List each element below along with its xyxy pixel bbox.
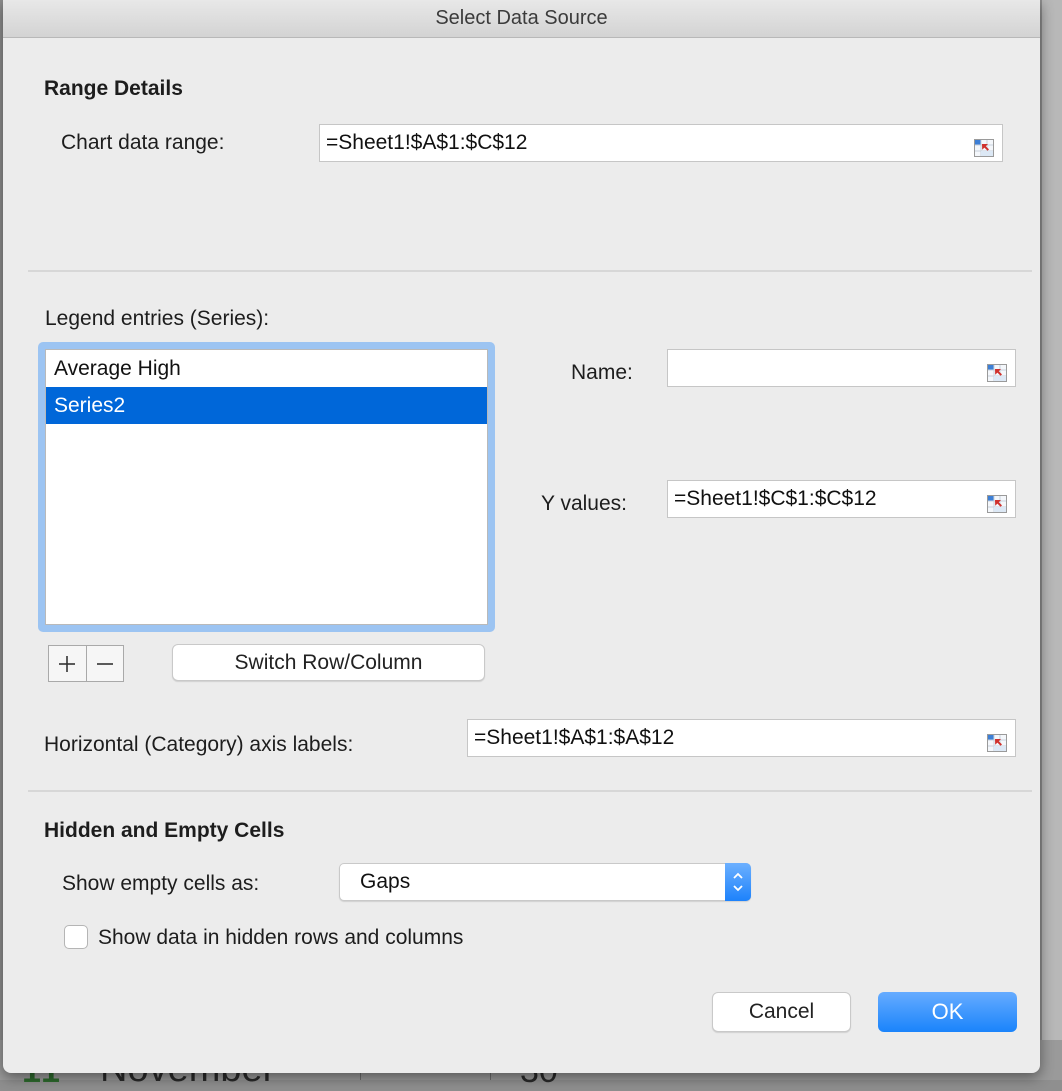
collapse-range-icon[interactable] — [974, 133, 994, 157]
show-hidden-data-checkbox[interactable] — [64, 925, 88, 949]
ok-button[interactable]: OK — [878, 992, 1017, 1032]
minus-icon — [96, 662, 113, 665]
y-values-label: Y values: — [541, 492, 627, 515]
y-values-input[interactable]: =Sheet1!$C$1:$C$12 — [667, 480, 1016, 518]
y-values-value: =Sheet1!$C$1:$C$12 — [674, 487, 877, 510]
category-axis-label: Horizontal (Category) axis labels: — [44, 733, 354, 756]
legend-entries-label: Legend entries (Series): — [45, 307, 270, 330]
updown-chevron-icon — [725, 863, 751, 901]
chart-data-range-label: Chart data range: — [61, 131, 225, 154]
show-empty-cells-select[interactable]: Gaps — [339, 863, 751, 901]
switch-row-column-button[interactable]: Switch Row/Column — [172, 644, 485, 681]
series-list-item-selected[interactable]: Series2 — [46, 387, 487, 424]
collapse-range-icon[interactable] — [987, 728, 1007, 752]
series-list[interactable]: Average High Series2 — [45, 349, 488, 625]
plus-icon — [59, 655, 76, 672]
background-window-edge — [1042, 0, 1062, 1080]
collapse-range-icon[interactable] — [987, 358, 1007, 382]
chart-data-range-input[interactable]: =Sheet1!$A$1:$C$12 — [319, 124, 1003, 162]
series-list-item[interactable]: Average High — [46, 350, 487, 387]
series-name-input[interactable] — [667, 349, 1016, 387]
hidden-empty-heading: Hidden and Empty Cells — [44, 819, 285, 842]
category-axis-input[interactable]: =Sheet1!$A$1:$A$12 — [467, 719, 1016, 757]
show-empty-cells-label: Show empty cells as: — [62, 872, 260, 895]
select-data-source-dialog: Select Data Source Range Details Chart d… — [3, 0, 1040, 1073]
series-name-label: Name: — [571, 361, 633, 384]
category-axis-value: =Sheet1!$A$1:$A$12 — [474, 726, 675, 749]
section-separator — [28, 790, 1032, 792]
add-remove-series-group — [48, 645, 124, 682]
section-separator — [28, 270, 1032, 272]
cancel-button[interactable]: Cancel — [712, 992, 851, 1032]
dialog-title: Select Data Source — [3, 0, 1040, 38]
range-details-heading: Range Details — [44, 77, 183, 100]
show-empty-cells-value: Gaps — [360, 870, 411, 893]
chart-data-range-value: =Sheet1!$A$1:$C$12 — [326, 131, 528, 154]
collapse-range-icon[interactable] — [987, 489, 1007, 513]
remove-series-button[interactable] — [85, 646, 124, 681]
show-hidden-data-label[interactable]: Show data in hidden rows and columns — [98, 926, 463, 950]
add-series-button[interactable] — [49, 646, 86, 681]
